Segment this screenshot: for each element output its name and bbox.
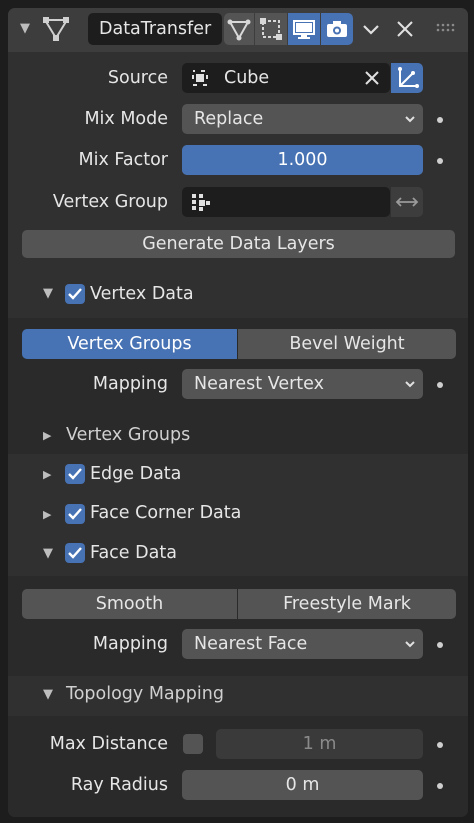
keyframe-dot-icon[interactable] — [437, 783, 443, 789]
expand-vertex-groups-icon[interactable]: ▶ — [43, 426, 51, 446]
edit-mode-triangle-icon — [227, 19, 251, 41]
ray-radius-field[interactable]: 0 m — [182, 770, 423, 800]
modifier-name-field[interactable]: DataTransfer — [88, 13, 222, 45]
data-transfer-modifier-icon — [42, 16, 70, 42]
ray-radius-label: Ray Radius — [70, 775, 168, 795]
face-corner-data-checkbox[interactable] — [65, 504, 85, 524]
keyframe-dot-icon[interactable] — [437, 382, 443, 388]
drag-handle-icon[interactable] — [436, 23, 458, 33]
cage-vertices-icon — [260, 18, 282, 40]
object-icon — [192, 70, 208, 86]
vertex-group-field[interactable] — [182, 187, 390, 217]
mix-mode-label: Mix Mode — [84, 109, 168, 129]
mix-mode-dropdown[interactable]: Replace — [182, 104, 423, 134]
clear-x-icon[interactable] — [364, 70, 380, 86]
render-toggle[interactable] — [321, 13, 353, 45]
edit-mode-toggle[interactable] — [224, 13, 254, 45]
chevron-down-icon — [405, 116, 415, 123]
vertex-mapping-dropdown[interactable]: Nearest Vertex — [182, 369, 423, 399]
object-transform-toggle[interactable] — [391, 63, 423, 93]
face-mapping-value: Nearest Face — [194, 634, 308, 654]
max-distance-field[interactable]: 1 m — [216, 729, 423, 759]
close-icon — [397, 21, 413, 37]
mix-factor-slider[interactable]: 1.000 — [182, 145, 423, 175]
keyframe-dot-icon[interactable] — [437, 158, 443, 164]
realtime-display-toggle[interactable] — [288, 13, 320, 45]
source-object-name: Cube — [224, 68, 270, 88]
vertex-data-label: Vertex Data — [90, 284, 194, 304]
max-distance-checkbox[interactable] — [183, 734, 203, 754]
chevron-down-icon — [405, 641, 415, 648]
transform-axes-icon — [398, 67, 419, 88]
checkmark-icon — [68, 547, 82, 559]
remove-modifier-button[interactable] — [393, 17, 417, 41]
source-label: Source — [107, 68, 168, 88]
checkmark-icon — [68, 288, 82, 300]
face-data-checkbox[interactable] — [65, 543, 85, 563]
face-mapping-label: Mapping — [92, 634, 168, 654]
collapse-panel-icon[interactable]: ▼ — [20, 19, 30, 39]
monitor-icon — [293, 20, 315, 39]
mix-mode-value: Replace — [194, 109, 264, 129]
face-corner-data-label: Face Corner Data — [90, 503, 242, 523]
expand-vertex-data-icon[interactable]: ▼ — [43, 284, 53, 304]
keyframe-dot-icon[interactable] — [437, 642, 443, 648]
source-object-field[interactable]: Cube — [182, 63, 390, 93]
camera-icon — [327, 21, 347, 37]
keyframe-dot-icon[interactable] — [437, 742, 443, 748]
tab-smooth[interactable]: Smooth — [22, 589, 237, 619]
mix-factor-value: 1.000 — [277, 150, 328, 170]
on-cage-toggle[interactable] — [255, 13, 287, 45]
mix-factor-label: Mix Factor — [78, 150, 168, 170]
expand-topology-mapping-icon[interactable]: ▼ — [43, 685, 53, 705]
keyframe-dot-icon[interactable] — [437, 117, 443, 123]
vertex-groups-subpanel-label[interactable]: Vertex Groups — [66, 420, 190, 450]
edge-data-label: Edge Data — [90, 464, 182, 484]
face-data-label: Face Data — [90, 543, 177, 563]
chevron-down-icon — [405, 381, 415, 388]
expand-face-data-icon[interactable]: ▼ — [43, 544, 53, 564]
generate-data-layers-button[interactable]: Generate Data Layers — [22, 230, 455, 258]
invert-vertex-group-toggle[interactable] — [391, 187, 423, 217]
vertex-group-icon — [192, 194, 210, 211]
face-mapping-dropdown[interactable]: Nearest Face — [182, 629, 423, 659]
tab-bevel-weight[interactable]: Bevel Weight — [238, 329, 456, 359]
vertex-mapping-value: Nearest Vertex — [194, 374, 324, 394]
checkmark-icon — [68, 508, 82, 520]
tab-vertex-groups[interactable]: Vertex Groups — [22, 329, 237, 359]
tab-freestyle-mark[interactable]: Freestyle Mark — [238, 589, 456, 619]
vertex-mapping-label: Mapping — [92, 374, 168, 394]
max-distance-label: Max Distance — [49, 734, 168, 754]
vertex-group-label: Vertex Group — [52, 192, 168, 212]
arrow-left-right-icon — [395, 197, 419, 207]
checkmark-icon — [68, 468, 82, 480]
chevron-down-icon — [363, 25, 379, 35]
expand-edge-data-icon[interactable]: ▶ — [43, 465, 51, 485]
expand-face-corner-data-icon[interactable]: ▶ — [43, 505, 51, 525]
topology-mapping-label: Topology Mapping — [66, 684, 224, 704]
modifier-menu-button[interactable] — [355, 13, 387, 45]
edge-data-checkbox[interactable] — [65, 464, 85, 484]
vertex-data-checkbox[interactable] — [65, 284, 85, 304]
